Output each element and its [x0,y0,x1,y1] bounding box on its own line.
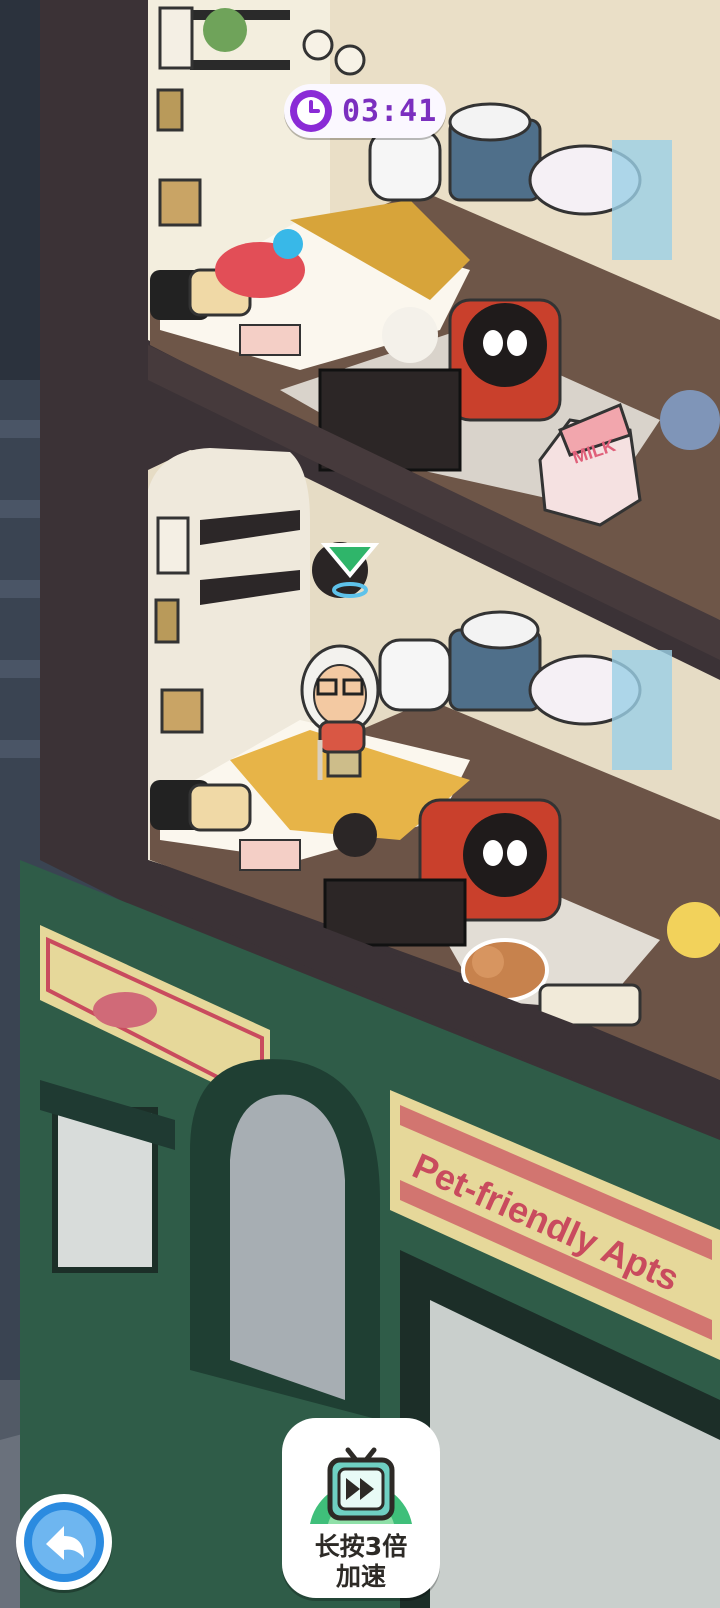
soot-pet-lower[interactable] [463,813,547,897]
back-button[interactable] [16,1494,112,1590]
game-scene: MILK Pet-friendly Apts [0,0,720,1608]
speed-up-button[interactable]: 长按3倍 加速 [282,1418,440,1598]
soot-pet-upper[interactable] [463,303,547,387]
countdown-timer: 03:41 [284,84,446,138]
timer-value: 03:41 [342,93,438,129]
back-arrow-icon [24,1502,104,1582]
speed-label-line1: 长按3倍 [314,1532,408,1561]
fast-forward-tv-icon [310,1447,412,1524]
speed-label-line2: 加速 [335,1562,386,1591]
clock-icon [290,90,332,132]
